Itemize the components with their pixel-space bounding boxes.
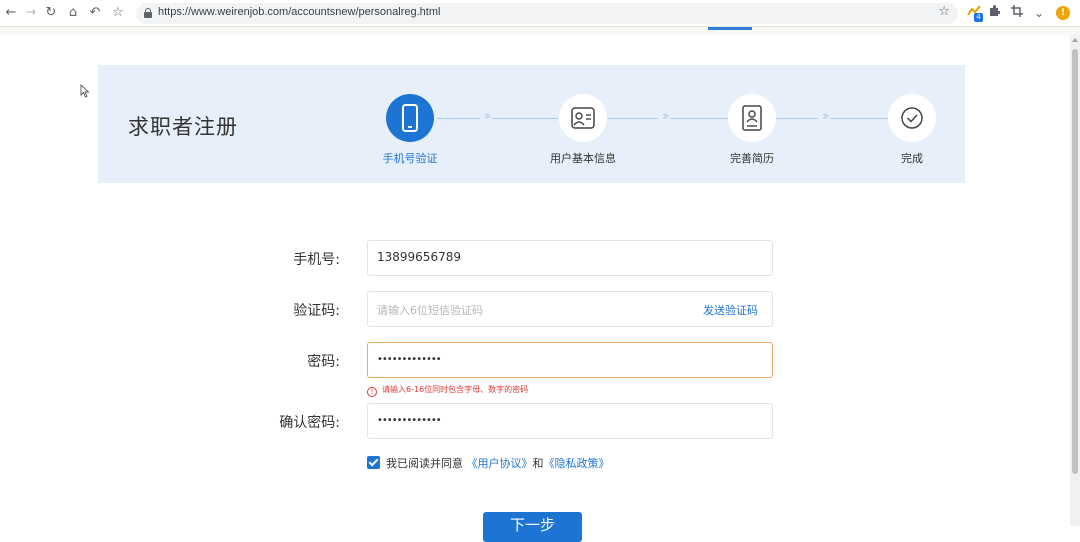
send-code-button[interactable]: 发送验证码	[703, 302, 758, 318]
chevron-right-icon: ››	[480, 109, 493, 124]
vertical-scrollbar[interactable]	[1070, 35, 1080, 526]
password-label: 密码:	[307, 354, 340, 370]
step-label: 完成	[901, 152, 923, 165]
step-phone-verification: 手机号验证	[365, 94, 455, 166]
agree-and: 和	[532, 457, 544, 470]
next-step-button[interactable]: 下一步	[483, 512, 582, 542]
step-complete: 完成	[867, 94, 957, 166]
check-circle-icon	[901, 107, 923, 129]
password-error-message: ! 请输入6-16位同时包含字母、数字的密码	[367, 384, 528, 397]
step-label: 完善简历	[730, 152, 774, 165]
header-active-indicator	[708, 27, 752, 30]
menu-chevron-icon[interactable]: ⌄	[1030, 4, 1048, 22]
scroll-up-arrow-icon[interactable]	[1072, 38, 1078, 42]
step-label: 用户基本信息	[550, 152, 616, 165]
password-value: •••••••••••••	[377, 354, 442, 365]
undo-icon[interactable]: ↶	[86, 4, 104, 22]
puzzle-icon[interactable]	[985, 4, 1003, 22]
bookmark-star-icon[interactable]: ☆	[109, 4, 127, 22]
scroll-thumb[interactable]	[1072, 49, 1078, 474]
confirm-password-input[interactable]: •••••••••••••	[367, 403, 773, 439]
password-error-text: 请输入6-16位同时包含字母、数字的密码	[382, 385, 529, 394]
browser-toolbar: ← → ↻ ⌂ ↶ ☆ https://www.weirenjob.com/ac…	[0, 0, 1080, 27]
phone-value: 13899656789	[377, 250, 461, 264]
error-icon: !	[367, 387, 377, 397]
code-label: 验证码:	[293, 303, 340, 319]
mouse-cursor-icon	[80, 84, 90, 98]
step-circle	[728, 94, 776, 142]
resume-icon	[742, 105, 762, 131]
chevron-right-icon: ››	[658, 109, 671, 124]
phone-icon	[402, 104, 418, 132]
password-input[interactable]: •••••••••••••	[367, 342, 773, 378]
extension-icon[interactable]: 4	[965, 4, 983, 22]
phone-label: 手机号:	[293, 252, 340, 268]
extension-badge: 4	[974, 13, 983, 22]
step-label: 手机号验证	[382, 152, 438, 165]
user-agreement-link[interactable]: 《用户协议》	[467, 457, 533, 470]
profile-avatar[interactable]: !	[1056, 6, 1070, 20]
agreement-row: 我已阅读并同意 《用户协议》和《隐私政策》	[367, 455, 610, 471]
step-basic-info: 用户基本信息	[538, 94, 628, 166]
lock-icon	[144, 8, 152, 18]
phone-input[interactable]: 13899656789	[367, 240, 773, 276]
step-circle	[888, 94, 936, 142]
code-placeholder: 请输入6位短信验证码	[377, 304, 483, 317]
chevron-right-icon: ››	[818, 109, 831, 124]
confirm-password-value: •••••••••••••	[377, 415, 442, 426]
confirm-password-label: 确认密码:	[279, 415, 340, 431]
page-title: 求职者注册	[128, 115, 238, 139]
back-icon[interactable]: ←	[2, 4, 20, 22]
step-circle	[386, 94, 434, 142]
step-resume: 完善简历	[707, 94, 797, 166]
agree-prefix: 我已阅读并同意	[386, 457, 463, 470]
user-card-icon	[571, 107, 595, 129]
step-circle	[559, 94, 607, 142]
verification-code-input[interactable]: 请输入6位短信验证码 发送验证码	[367, 291, 773, 327]
url-text: https://www.weirenjob.com/accountsnew/pe…	[158, 6, 441, 18]
home-icon[interactable]: ⌂	[64, 4, 82, 22]
registration-banner: 求职者注册 ›› ›› ›› 手机号验证 用户基本信息 完善简历 完成	[98, 65, 965, 183]
address-bar[interactable]: https://www.weirenjob.com/accountsnew/pe…	[136, 3, 958, 24]
forward-icon[interactable]: →	[22, 4, 40, 22]
star-icon[interactable]: ☆	[938, 4, 950, 19]
agree-checkbox[interactable]	[367, 456, 380, 469]
reload-icon[interactable]: ↻	[42, 4, 60, 22]
crop-icon[interactable]	[1008, 4, 1026, 22]
privacy-policy-link[interactable]: 《隐私政策》	[544, 457, 610, 470]
site-header-strip	[0, 27, 1080, 35]
